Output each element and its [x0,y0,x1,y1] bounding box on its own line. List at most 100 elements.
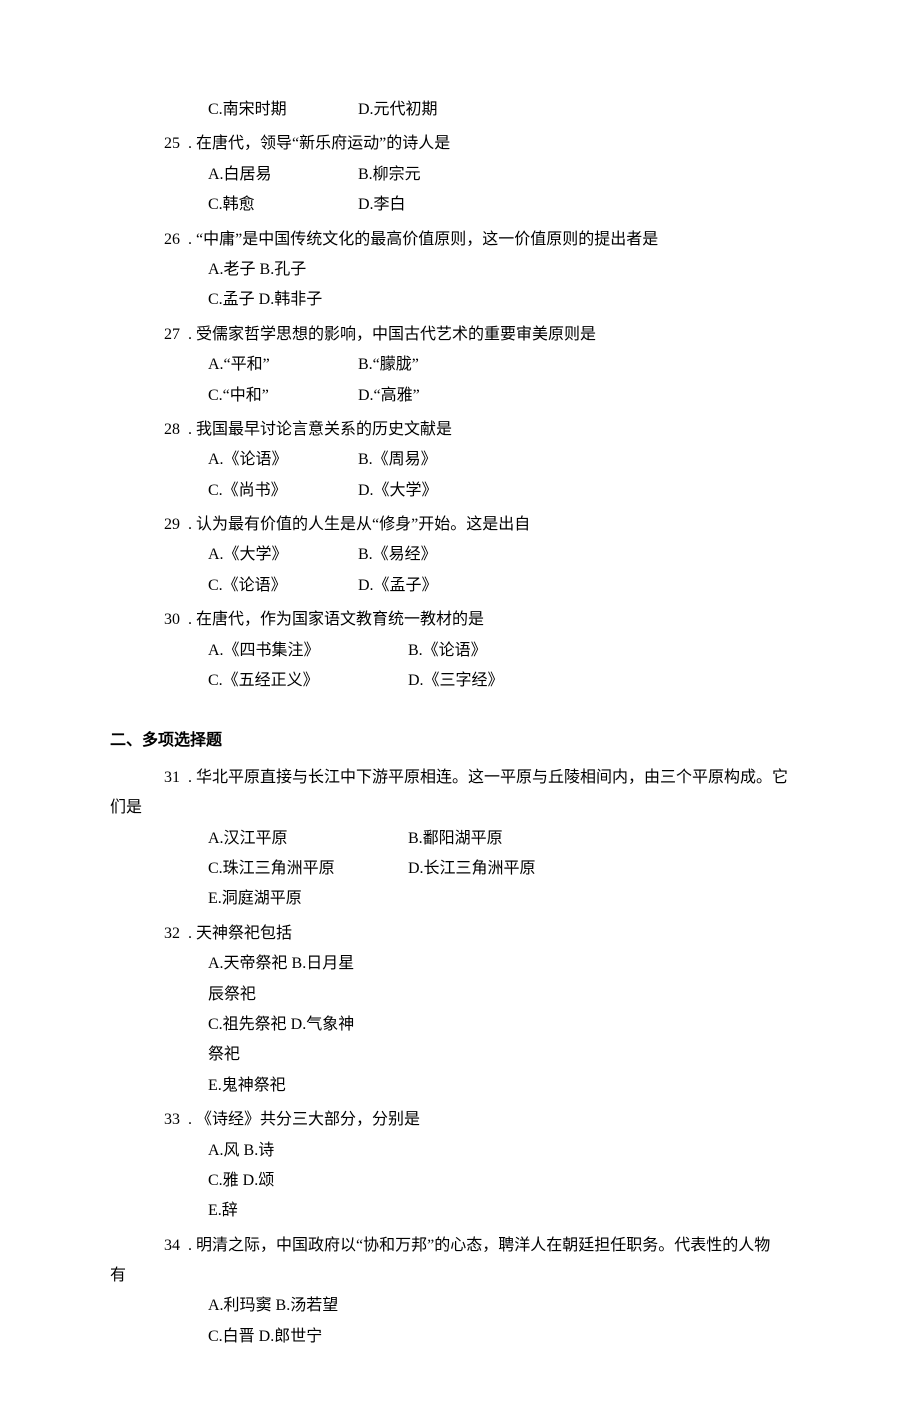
question-number: 30 [110,605,188,635]
question-31: 31 . 华北平原直接与长江中下游平原相连。这一平原与丘陵相间内，由三个平原构成… [110,763,810,915]
option-cell [358,1322,810,1352]
question-stem-line2: 有 [110,1261,810,1291]
option-row: C.《尚书》D.《大学》 [208,476,810,506]
option-cell: C.白晋 D.郎世宁 [208,1322,358,1352]
option-row: C.白晋 D.郎世宁 [208,1322,810,1352]
dot: . [188,415,196,445]
question-34: 34 . 明清之际，中国政府以“协和万邦”的心态，聘洋人在朝廷担任职务。代表性的… [110,1231,810,1353]
option-cell: D.《大学》 [358,476,810,506]
question-number: 26 [110,225,188,255]
question-32: 32 . 天神祭祀包括 A.天帝祭祀 B.日月星辰祭祀C.祖先祭祀 D.气象神祭… [110,919,810,1101]
option-cell: A.《论语》 [208,445,358,475]
dot: . [188,320,196,350]
option-cell [358,1196,810,1226]
question-number: 34 [110,1231,188,1261]
option-row: C.珠江三角洲平原D.长江三角洲平原 [208,854,810,884]
option-cell: A.天帝祭祀 B.日月星辰祭祀 [208,949,358,1010]
question-stem: 《诗经》共分三大部分，分别是 [196,1105,810,1135]
option-row: C.《五经正义》D.《三字经》 [208,666,810,696]
option-cell: A.老子 B.孔子 [208,255,358,285]
option-row: C.祖先祭祀 D.气象神祭祀 [208,1010,810,1071]
question-number: 28 [110,415,188,445]
single-choice-questions: 25.在唐代，领导“新乐府运动”的诗人是A.白居易B.柳宗元C.韩愈D.李白26… [110,129,810,696]
option-cell: C.《五经正义》 [208,666,408,696]
question-27: 27.受儒家哲学思想的影响，中国古代艺术的重要审美原则是A.“平和”B.“朦胧”… [110,320,810,411]
option-cell: D.长江三角洲平原 [408,854,810,884]
dot: . [188,1105,196,1135]
option-cell: C.《尚书》 [208,476,358,506]
option-cell: B.《易经》 [358,540,810,570]
option-row: A.《四书集注》B.《论语》 [208,636,810,666]
option-row: C.“中和”D.“高雅” [208,381,810,411]
option-row: A.《论语》B.《周易》 [208,445,810,475]
option-cell: B.鄱阳湖平原 [408,824,810,854]
option-cell: A.《大学》 [208,540,358,570]
option-row: A.《大学》B.《易经》 [208,540,810,570]
option-cell: A.利玛窦 B.汤若望 [208,1291,358,1321]
option-cell [358,1010,810,1071]
option-cell: C.“中和” [208,381,358,411]
question-stem: 受儒家哲学思想的影响，中国古代艺术的重要审美原则是 [196,320,810,350]
option-row: C.《论语》D.《孟子》 [208,571,810,601]
option-c: C.南宋时期 [208,95,358,125]
option-cell: C.珠江三角洲平原 [208,854,408,884]
dot: . [188,510,196,540]
section-2-title: 二、多项选择题 [110,726,810,756]
option-cell: B.《周易》 [358,445,810,475]
option-cell [358,285,810,315]
option-cell: D.《孟子》 [358,571,810,601]
dot: . [188,605,196,635]
question-stem: 在唐代，作为国家语文教育统一教材的是 [196,605,810,635]
option-row: A.风 B.诗 [208,1136,810,1166]
option-cell: E.鬼神祭祀 [208,1071,358,1101]
question-stem-line1: 华北平原直接与长江中下游平原相连。这一平原与丘陵相间内，由三个平原构成。它 [196,763,810,793]
option-cell: E.辞 [208,1196,358,1226]
question-number: 27 [110,320,188,350]
option-row: E.辞 [208,1196,810,1226]
dot: . [188,225,196,255]
question-stem: “中庸”是中国传统文化的最高价值原则，这一价值原则的提出者是 [196,225,810,255]
option-cell: D.《三字经》 [408,666,810,696]
question-stem-line1: 明清之际，中国政府以“协和万邦”的心态，聘洋人在朝廷担任职务。代表性的人物 [196,1231,810,1261]
option-row: C.韩愈D.李白 [208,190,810,220]
option-cell: B.“朦胧” [358,350,810,380]
option-row: A.汉江平原B.鄱阳湖平原 [208,824,810,854]
option-row: E.洞庭湖平原 [208,884,810,914]
option-row: A.利玛窦 B.汤若望 [208,1291,810,1321]
dot: . [188,763,196,793]
question-stem-line2: 们是 [110,793,810,823]
option-cell: A.风 B.诗 [208,1136,358,1166]
option-cell: B.柳宗元 [358,160,810,190]
question-25: 25.在唐代，领导“新乐府运动”的诗人是A.白居易B.柳宗元C.韩愈D.李白 [110,129,810,220]
option-cell [408,884,810,914]
dot: . [188,129,196,159]
option-row: C.雅 D.颂 [208,1166,810,1196]
option-row: E.鬼神祭祀 [208,1071,810,1101]
question-stem: 天神祭祀包括 [196,919,810,949]
option-cell: C.雅 D.颂 [208,1166,358,1196]
question-26: 26.“中庸”是中国传统文化的最高价值原则，这一价值原则的提出者是A.老子 B.… [110,225,810,316]
option-row: A.白居易B.柳宗元 [208,160,810,190]
option-cell: D.“高雅” [358,381,810,411]
option-cell [358,1136,810,1166]
question-stem: 认为最有价值的人生是从“修身”开始。这是出自 [196,510,810,540]
question-number: 33 [110,1105,188,1135]
option-cell [358,1071,810,1101]
question-29: 29.认为最有价值的人生是从“修身”开始。这是出自A.《大学》B.《易经》C.《… [110,510,810,601]
option-row: A.“平和”B.“朦胧” [208,350,810,380]
option-cell: C.《论语》 [208,571,358,601]
option-cell: A.汉江平原 [208,824,408,854]
option-cell: D.李白 [358,190,810,220]
dot: . [188,1231,196,1261]
option-cell: C.孟子 D.韩非子 [208,285,358,315]
option-d: D.元代初期 [358,95,810,125]
question-30: 30.在唐代，作为国家语文教育统一教材的是A.《四书集注》B.《论语》C.《五经… [110,605,810,696]
question-number: 25 [110,129,188,159]
option-row: A.天帝祭祀 B.日月星辰祭祀 [208,949,810,1010]
option-cell [358,1291,810,1321]
option-cell [358,949,810,1010]
option-cell: E.洞庭湖平原 [208,884,408,914]
option-row: C.孟子 D.韩非子 [208,285,810,315]
option-cell: A.《四书集注》 [208,636,408,666]
option-cell: B.《论语》 [408,636,810,666]
